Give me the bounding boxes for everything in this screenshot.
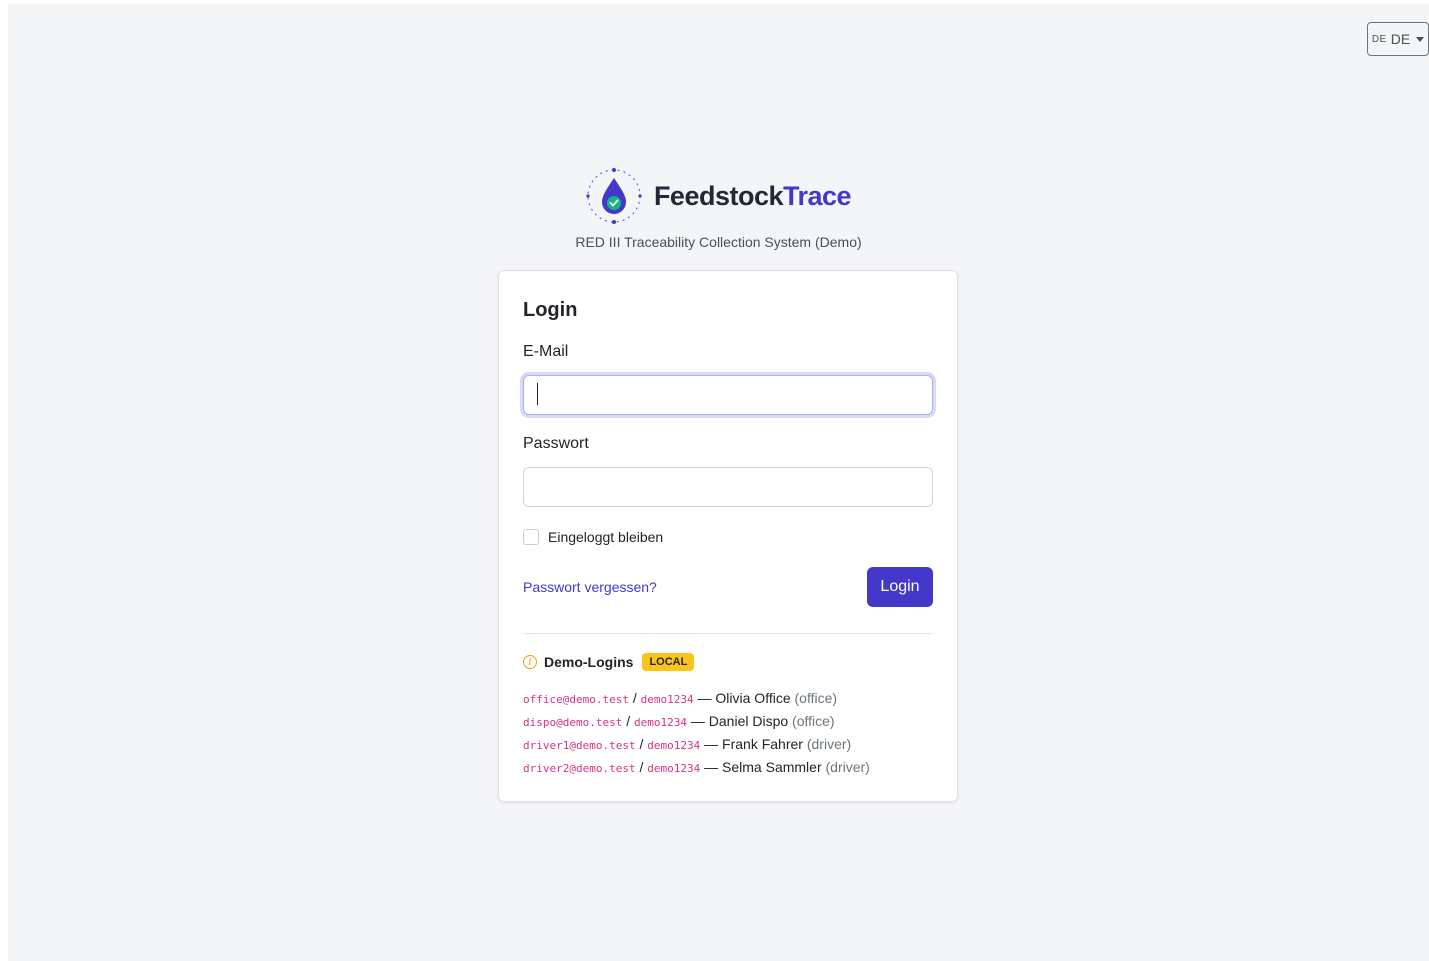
demo-user-name: Daniel Dispo <box>708 713 789 729</box>
list-item: driver2@demo.test / demo1234 — Selma Sam… <box>523 759 870 775</box>
password-field[interactable] <box>523 467 933 507</box>
brand-header: FeedstockTrace <box>8 166 1429 226</box>
demo-password: demo1234 <box>647 739 701 752</box>
demo-email: driver2@demo.test <box>523 762 636 775</box>
demo-user-name: Olivia Office <box>715 690 791 706</box>
demo-role: (office) <box>794 690 838 706</box>
brand-name: FeedstockTrace <box>653 180 852 212</box>
text-cursor <box>537 383 538 405</box>
remember-me-checkbox[interactable] <box>523 529 539 545</box>
email-field[interactable] <box>523 375 933 415</box>
list-item: office@demo.test / demo1234 — Olivia Off… <box>523 690 838 706</box>
login-button[interactable]: Login <box>867 567 933 607</box>
demo-user-name: Frank Fahrer <box>722 736 803 752</box>
demo-email: driver1@demo.test <box>523 739 636 752</box>
divider <box>523 633 933 634</box>
flag-de-icon: DE <box>1371 33 1387 45</box>
login-card: Login E-Mail Passwort Eingeloggt bleiben… <box>498 270 958 802</box>
login-title: Login <box>523 299 578 321</box>
remember-me-row[interactable]: Eingeloggt bleiben <box>523 529 663 545</box>
demo-user-name: Selma Sammler <box>722 759 822 775</box>
forgot-password-link[interactable]: Passwort vergessen? <box>523 579 657 595</box>
demo-email: office@demo.test <box>523 693 629 706</box>
demo-role: (office) <box>792 713 835 729</box>
demo-logins-title: Demo-Logins <box>544 654 634 670</box>
language-selector[interactable]: DE DE <box>1367 22 1429 56</box>
brand-subtitle: RED III Traceability Collection System (… <box>575 234 862 250</box>
remember-me-label: Eingeloggt bleiben <box>548 529 664 545</box>
page-background: DE DE FeedstockTrace RED III Traceabilit… <box>8 4 1429 961</box>
language-label: DE <box>1390 31 1411 47</box>
demo-password: demo1234 <box>647 762 701 775</box>
list-item: driver1@demo.test / demo1234 — Frank Fah… <box>523 736 852 752</box>
brand-name-part2: Trace <box>783 180 852 211</box>
info-icon: i <box>523 655 537 669</box>
demo-accounts-list: office@demo.test / demo1234 — Olivia Off… <box>523 687 870 779</box>
demo-logins-header: i Demo-Logins LOCAL <box>523 653 695 671</box>
demo-password: demo1234 <box>634 716 687 729</box>
caret-down-icon <box>1416 36 1425 42</box>
email-label: E-Mail <box>523 343 569 360</box>
brand-name-part1: Feedstock <box>653 180 784 211</box>
password-label: Passwort <box>523 435 589 452</box>
demo-role: (driver) <box>825 759 870 775</box>
demo-password: demo1234 <box>640 693 694 706</box>
demo-role: (driver) <box>806 736 852 752</box>
list-item: dispo@demo.test / demo1234 — Daniel Disp… <box>523 713 835 729</box>
demo-email: dispo@demo.test <box>523 716 623 729</box>
droplet-check-icon <box>586 168 642 224</box>
local-badge: LOCAL <box>642 653 695 671</box>
